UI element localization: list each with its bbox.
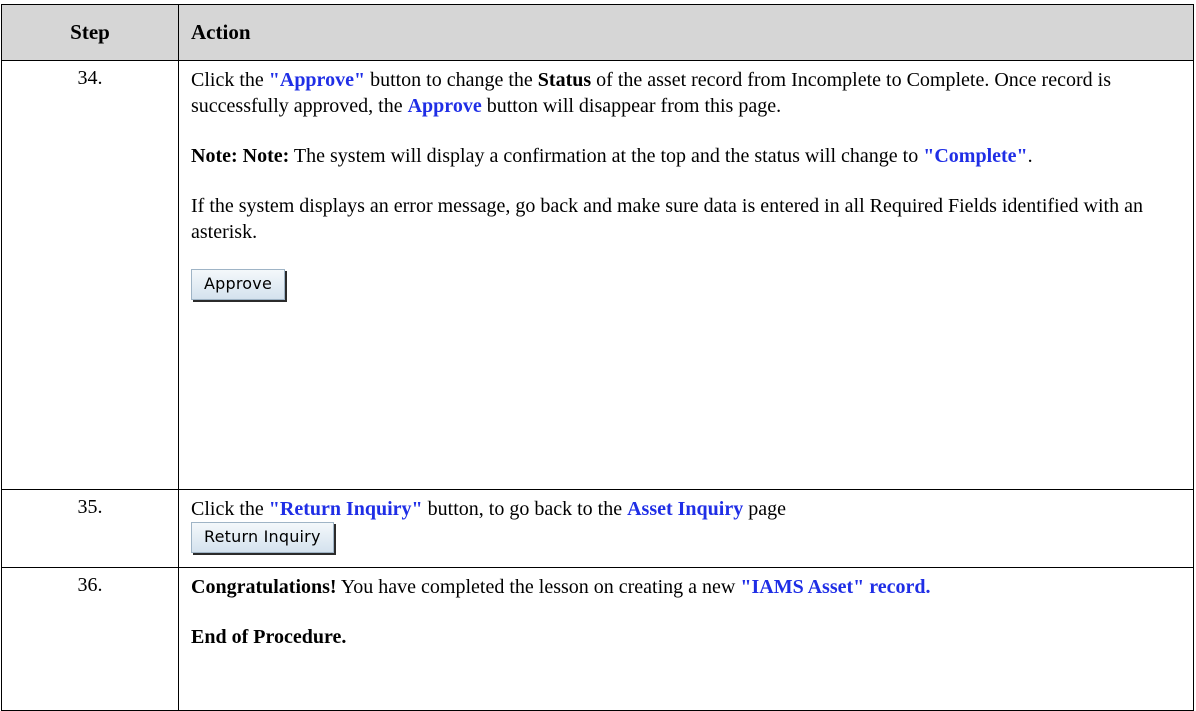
table-header-row: Step Action (1, 4, 1194, 61)
table-row: 34. Click the "Approve" button to change… (1, 60, 1194, 490)
return-inquiry-button[interactable]: Return Inquiry (191, 522, 334, 553)
step-number: 35. (1, 489, 179, 568)
procedure-table: Step Action 34. Click the "Approve" butt… (1, 4, 1194, 711)
action-column-header: Action (178, 4, 1194, 61)
text-fragment: Click the (191, 498, 269, 520)
congratulations-label: Congratulations! (191, 576, 337, 598)
action-cell: Congratulations! You have completed the … (178, 567, 1194, 711)
end-of-procedure-text: End of Procedure. (191, 626, 347, 648)
text-fragment: You have completed the lesson on creatin… (336, 576, 741, 598)
instruction-text: Click the "Return Inquiry" button, to go… (191, 496, 1181, 522)
emphasis-approve: "Approve" (268, 69, 366, 91)
approve-button[interactable]: Approve (191, 269, 285, 300)
emphasis-asset-inquiry: Asset Inquiry (627, 498, 744, 520)
text-fragment: . (1027, 145, 1033, 167)
table-row: 36. Congratulations! You have completed … (1, 567, 1194, 711)
text-fragment: button to change the (365, 69, 538, 91)
error-instruction-text: If the system displays an error message,… (191, 195, 1143, 243)
emphasis-status: Status (537, 69, 592, 91)
action-cell: Click the "Approve" button to change the… (178, 60, 1194, 490)
note-text: Note: Note: The system will display a co… (191, 143, 1181, 169)
step-number: 36. (1, 567, 179, 711)
action-cell: Click the "Return Inquiry" button, to go… (178, 489, 1194, 568)
text-fragment: Click the (191, 69, 269, 91)
emphasis-return-inquiry: "Return Inquiry" (268, 498, 423, 520)
text-fragment: page (743, 498, 786, 520)
text-fragment: button, to go back to the (422, 498, 628, 520)
text-fragment: button will disappear from this page. (481, 95, 782, 117)
step-number: 34. (1, 60, 179, 490)
congratulations-text: Congratulations! You have completed the … (191, 574, 1181, 600)
emphasis-complete: "Complete" (923, 145, 1028, 167)
emphasis-iams-asset: "IAMS Asset" record. (740, 576, 931, 598)
table-row: 35. Click the "Return Inquiry" button, t… (1, 489, 1194, 568)
text-fragment: The system will display a confirmation a… (289, 145, 924, 167)
instruction-text: Click the "Approve" button to change the… (191, 67, 1181, 119)
note-label: Note: Note: (191, 145, 290, 167)
emphasis-approve: Approve (407, 95, 482, 117)
step-column-header: Step (1, 4, 179, 61)
